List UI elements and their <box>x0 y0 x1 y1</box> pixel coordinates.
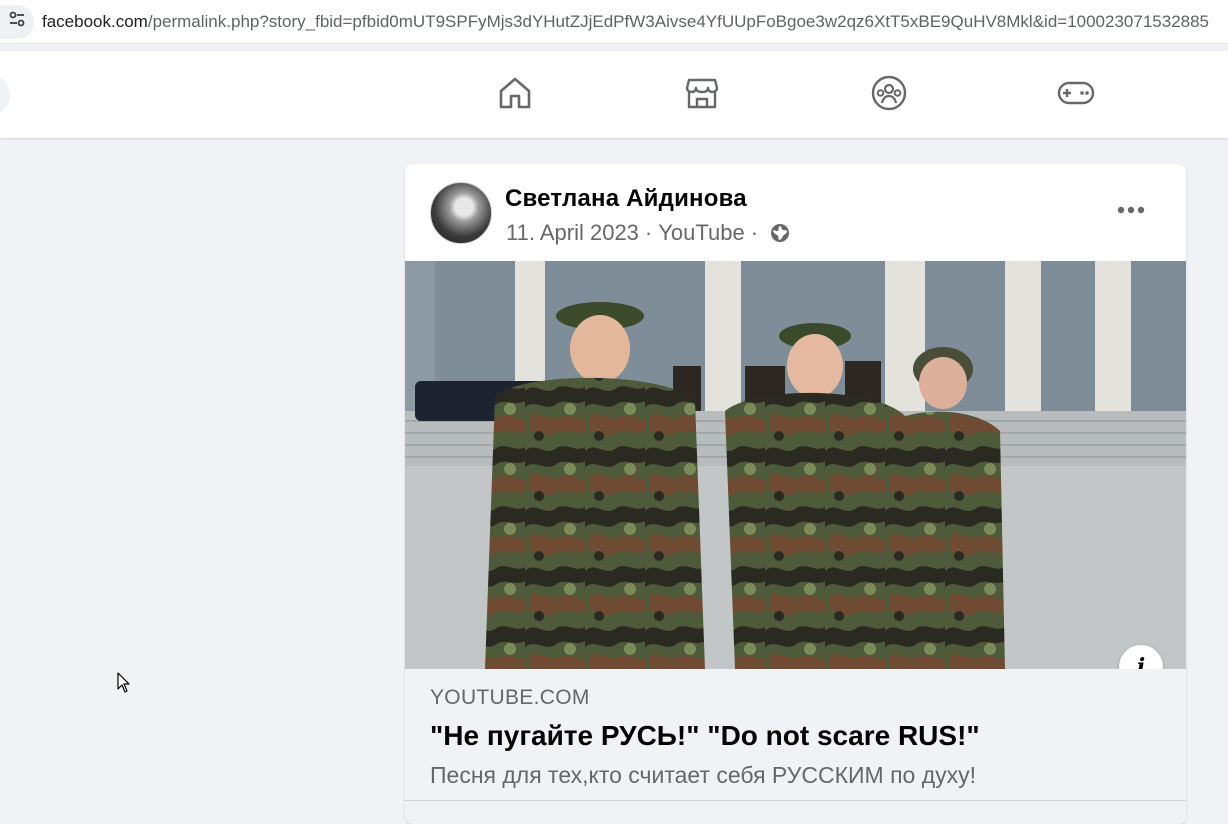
home-icon <box>496 74 534 117</box>
meta-separator-2: · <box>750 220 759 245</box>
mouse-cursor-icon <box>117 672 131 699</box>
link-domain: YOUTUBE.COM <box>430 686 590 709</box>
nav-left-button[interactable] <box>0 75 10 115</box>
url-text[interactable]: facebook.com/permalink.php?story_fbid=pf… <box>42 12 1209 32</box>
facebook-top-nav <box>0 51 1228 138</box>
author-name[interactable]: Светлана Айдинова <box>505 185 747 213</box>
more-icon <box>1117 201 1145 219</box>
globe-icon[interactable] <box>770 223 790 243</box>
url-host: facebook.com <box>42 11 148 31</box>
post-meta: 11. April 2023 · YouTube · <box>506 220 790 246</box>
gamepad-icon <box>1056 74 1096 117</box>
groups-icon <box>870 74 908 117</box>
browser-address-bar[interactable]: facebook.com/permalink.php?story_fbid=pf… <box>0 0 1228 44</box>
tab-home[interactable] <box>493 73 537 117</box>
tune-icon <box>7 9 27 34</box>
divider <box>405 800 1186 801</box>
link-title[interactable]: "Не пугайте РУСЬ!" "Do not scare RUS!" <box>430 720 980 752</box>
author-avatar[interactable] <box>430 182 492 244</box>
video-thumbnail-image <box>405 261 1186 669</box>
meta-separator: · <box>644 220 653 245</box>
url-path: /permalink.php?story_fbid=pfbid0mUT9SPFy… <box>147 11 1210 31</box>
site-info-button[interactable] <box>0 4 34 39</box>
post-source: YouTube <box>658 220 745 245</box>
post-date[interactable]: 11. April 2023 <box>506 220 639 246</box>
more-options-button[interactable] <box>1116 200 1146 220</box>
post-card: Светлана Айдинова 11. April 2023 · YouTu… <box>405 164 1186 824</box>
video-thumbnail[interactable] <box>405 261 1186 669</box>
tab-gaming[interactable] <box>1054 73 1098 117</box>
tab-groups[interactable] <box>867 73 911 117</box>
store-icon <box>683 74 721 117</box>
tab-marketplace[interactable] <box>680 73 724 117</box>
link-description: Песня для тех,кто считает себя РУССКИМ п… <box>430 762 977 788</box>
link-preview[interactable]: YOUTUBE.COM "Не пугайте РУСЬ!" "Do not s… <box>405 669 1186 824</box>
